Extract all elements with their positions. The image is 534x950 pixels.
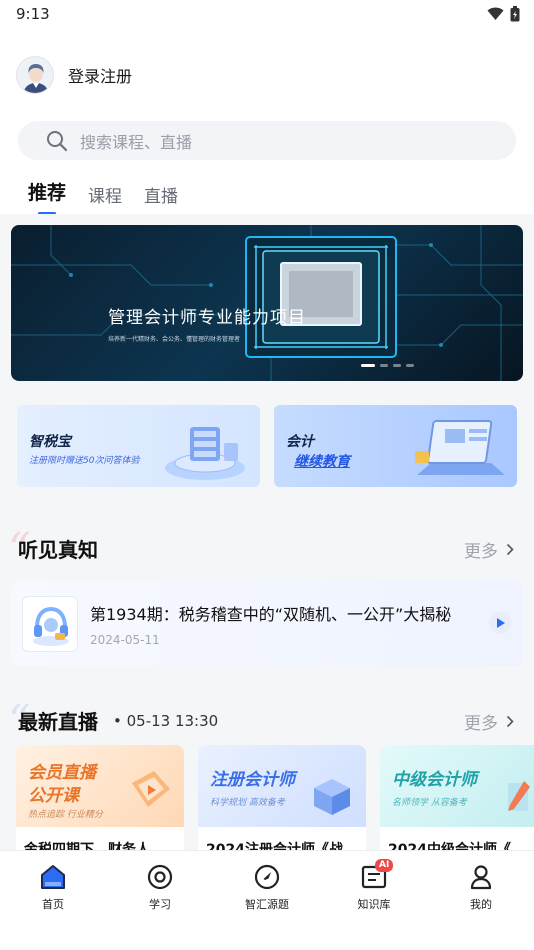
nav-home[interactable]: 首页 bbox=[13, 859, 93, 913]
nav-label: 智汇源题 bbox=[245, 898, 289, 911]
live-card-cover: 注册会计师 科学规划 高效备考 bbox=[198, 745, 366, 827]
tab-recommend[interactable]: 推荐 bbox=[28, 178, 66, 215]
target-icon bbox=[146, 863, 174, 891]
compass-icon bbox=[253, 863, 281, 891]
document-icon: AI bbox=[360, 859, 394, 891]
section-header-listen: “ 听见真知 更多 bbox=[0, 524, 534, 575]
status-time: 9:13 bbox=[16, 5, 50, 23]
live-card-cover-line1: 注册会计师 bbox=[210, 770, 295, 790]
live-card-tagline: 名师领学 从容备考 bbox=[392, 798, 467, 808]
bottom-navigation: 首页 学习 智汇源题 AI 知识库 我的 bbox=[0, 850, 534, 920]
status-icons bbox=[487, 6, 520, 22]
laptop-3d-illustration bbox=[415, 420, 505, 475]
login-register-entry[interactable]: 登录注册 bbox=[16, 55, 132, 95]
live-card[interactable]: 注册会计师 科学规划 高效备考 2024注册会计师《战... bbox=[198, 745, 366, 855]
promo-title: 会计 bbox=[286, 434, 314, 450]
live-card-tagline: 科学规划 高效备考 bbox=[210, 798, 285, 808]
live-card-tagline: 热点追踪 行业精分 bbox=[28, 810, 103, 820]
tab-courses[interactable]: 课程 bbox=[88, 182, 122, 207]
headset-icon bbox=[33, 606, 69, 646]
top-tabs: 推荐 课程 直播 bbox=[28, 178, 200, 215]
login-register-label: 登录注册 bbox=[68, 67, 133, 86]
chevron-right-icon bbox=[506, 715, 514, 728]
live-card-cover-line1: 会员直播 bbox=[28, 763, 96, 783]
nav-study[interactable]: 学习 bbox=[120, 859, 200, 913]
hero-banner[interactable]: 管理会计师专业能力项目 培养新一代精财务、会公务、懂管理的财务管理者 bbox=[11, 225, 523, 381]
more-label: 更多 bbox=[464, 542, 498, 562]
nav-question-bank[interactable]: 智汇源题 bbox=[227, 859, 307, 913]
wifi-icon bbox=[487, 7, 504, 20]
nav-me[interactable]: 我的 bbox=[441, 859, 521, 913]
banner-subtitle: 培养新一代精财务、会公务、懂管理的财务管理者 bbox=[108, 336, 241, 343]
nav-label: 首页 bbox=[42, 898, 64, 911]
banner-title: 管理会计师专业能力项目 bbox=[108, 308, 306, 328]
banner-pagination bbox=[361, 364, 414, 367]
status-bar: 9:13 bbox=[0, 0, 534, 28]
nav-knowledge-base[interactable]: AI 知识库 bbox=[334, 859, 414, 913]
avatar bbox=[16, 56, 54, 94]
server-3d-illustration bbox=[165, 427, 245, 480]
episode-date: 2024-05-11 bbox=[90, 633, 160, 647]
live-card-cover: 会员直播 公开课 热点追踪 行业精分 bbox=[16, 745, 184, 827]
cube-illustration bbox=[314, 779, 350, 815]
live-card-cover-line1: 中级会计师 bbox=[392, 770, 477, 790]
promo-subtitle: 继续教育 bbox=[294, 454, 350, 470]
live-card-cover-line2: 公开课 bbox=[28, 786, 79, 806]
episode-thumbnail bbox=[22, 596, 78, 652]
section-title: 听见真知 bbox=[18, 538, 98, 562]
banner-dot bbox=[393, 364, 401, 367]
chevron-right-icon bbox=[506, 543, 514, 556]
search-icon bbox=[47, 130, 68, 151]
tab-live[interactable]: 直播 bbox=[144, 182, 178, 207]
nav-label: 学习 bbox=[149, 898, 171, 911]
section-header-live: “ 最新直播 • 05-13 13:30 更多 bbox=[0, 696, 534, 747]
promo-subtitle: 注册限时赠送50次问答体验 bbox=[29, 456, 140, 466]
nav-label: 知识库 bbox=[357, 898, 391, 911]
promo-title: 智税宝 bbox=[29, 434, 71, 450]
more-link-live[interactable]: 更多 bbox=[464, 709, 514, 734]
live-card[interactable]: 中级会计师 名师领学 从容备考 2024中级会计师《... bbox=[380, 745, 534, 855]
more-link-listen[interactable]: 更多 bbox=[464, 537, 514, 562]
episode-title: 第1934期：税务稽查中的“双随机、一公开”大揭秘 bbox=[90, 605, 452, 624]
promo-card-continuing-education[interactable]: 会计 继续教育 bbox=[274, 405, 517, 487]
play-button[interactable] bbox=[489, 612, 511, 634]
live-datetime: • 05-13 13:30 bbox=[113, 712, 219, 730]
ai-badge: AI bbox=[375, 859, 394, 872]
section-title: 最新直播 bbox=[18, 710, 98, 734]
podcast-episode-card[interactable]: 第1934期：税务稽查中的“双随机、一公开”大揭秘 2024-05-11 bbox=[11, 580, 523, 666]
home-icon bbox=[39, 863, 67, 891]
banner-dot bbox=[406, 364, 414, 367]
play-tag-illustration bbox=[132, 771, 170, 807]
battery-icon bbox=[510, 6, 520, 22]
search-bar[interactable]: 搜索课程、直播 bbox=[18, 121, 516, 160]
person-icon bbox=[467, 863, 495, 891]
nav-label: 我的 bbox=[470, 898, 492, 911]
live-card-cover: 中级会计师 名师领学 从容备考 bbox=[380, 745, 534, 827]
play-icon bbox=[497, 618, 505, 628]
pen-illustration bbox=[508, 781, 530, 811]
banner-dot bbox=[361, 364, 375, 367]
search-placeholder: 搜索课程、直播 bbox=[80, 132, 193, 152]
banner-dot bbox=[380, 364, 388, 367]
more-label: 更多 bbox=[464, 714, 498, 734]
live-card[interactable]: 会员直播 公开课 热点追踪 行业精分 金税四期下，财务人... bbox=[16, 745, 184, 855]
promo-card-tax-assistant[interactable]: 智税宝 注册限时赠送50次问答体验 bbox=[17, 405, 260, 487]
